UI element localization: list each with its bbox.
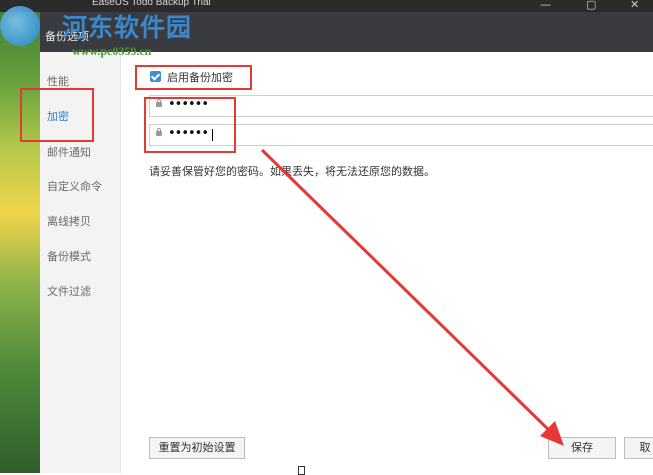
watermark-url: www.pc0359.cn	[72, 44, 152, 58]
annotation-arrow	[260, 148, 564, 446]
app-logo-icon	[0, 6, 40, 46]
mouse-cursor	[298, 466, 305, 475]
watermark-site-name: 河东软件园	[62, 13, 193, 42]
